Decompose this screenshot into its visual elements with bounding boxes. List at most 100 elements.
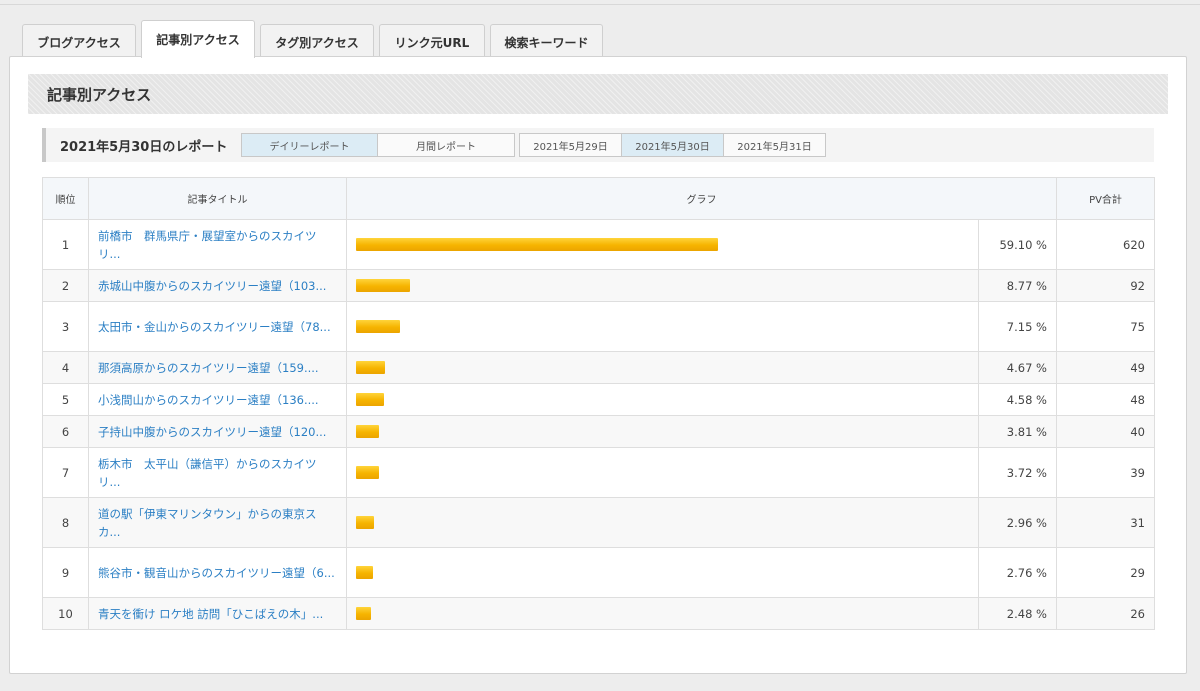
percent-cell: 8.77 %: [978, 269, 1057, 302]
graph-cell: [346, 597, 979, 630]
percent-cell: 59.10 %: [978, 219, 1057, 270]
percent-cell: 3.81 %: [978, 415, 1057, 448]
date-button-current[interactable]: 2021年5月30日: [621, 133, 724, 157]
title-cell: 太田市・金山からのスカイツリー遠望（78...: [88, 301, 347, 352]
percent-cell: 3.72 %: [978, 447, 1057, 498]
title-cell: 栃木市 太平山（謙信平）からのスカイツリ...: [88, 447, 347, 498]
article-link[interactable]: 道の駅「伊東マリンタウン」からの東京スカ...: [98, 505, 338, 541]
rank-cell: 5: [42, 383, 89, 416]
article-link[interactable]: 小浅間山からのスカイツリー遠望（136....: [98, 391, 338, 409]
graph-cell: [346, 547, 979, 598]
title-cell: 前橋市 群馬県庁・展望室からのスカイツリ...: [88, 219, 347, 270]
header-rank: 順位: [42, 177, 89, 220]
rank-cell: 7: [42, 447, 89, 498]
rank-cell: 9: [42, 547, 89, 598]
share-bar: [356, 393, 385, 406]
share-bar: [356, 279, 410, 292]
graph-cell: [346, 351, 979, 384]
rank-cell: 2: [42, 269, 89, 302]
graph-cell: [346, 219, 979, 270]
article-link[interactable]: 熊谷市・観音山からのスカイツリー遠望（6...: [98, 564, 338, 582]
date-button-prev[interactable]: 2021年5月29日: [519, 133, 622, 157]
rank-cell: 4: [42, 351, 89, 384]
title-cell: 熊谷市・観音山からのスカイツリー遠望（6...: [88, 547, 347, 598]
graph-cell: [346, 497, 979, 548]
share-bar: [356, 466, 379, 479]
tab-tag-access[interactable]: タグ別アクセス: [260, 24, 374, 60]
article-link[interactable]: 青天を衝け ロケ地 訪問「ひこばえの木」...: [98, 605, 338, 623]
percent-cell: 2.76 %: [978, 547, 1057, 598]
pv-cell: 620: [1056, 219, 1155, 270]
share-bar: [356, 516, 375, 529]
share-bar: [356, 566, 373, 579]
report-title: 2021年5月30日のレポート: [60, 139, 228, 155]
article-link[interactable]: 赤城山中腹からのスカイツリー遠望（103...: [98, 277, 338, 295]
percent-cell: 4.58 %: [978, 383, 1057, 416]
pv-cell: 92: [1056, 269, 1155, 302]
report-type-toggle: デイリーレポート 月間レポート: [241, 133, 515, 157]
title-cell: 道の駅「伊東マリンタウン」からの東京スカ...: [88, 497, 347, 548]
share-bar: [356, 238, 719, 251]
rank-cell: 8: [42, 497, 89, 548]
rank-cell: 1: [42, 219, 89, 270]
table-row: 2 赤城山中腹からのスカイツリー遠望（103... 8.77 % 92: [42, 269, 1155, 302]
tab-search-keyword[interactable]: 検索キーワード: [490, 24, 603, 60]
table-row: 5 小浅間山からのスカイツリー遠望（136.... 4.58 % 48: [42, 383, 1155, 416]
pv-cell: 48: [1056, 383, 1155, 416]
daily-report-button[interactable]: デイリーレポート: [241, 133, 378, 157]
ranking-table: 順位 記事タイトル グラフ PV合計 1 前橋市 群馬県庁・展望室からのスカイツ…: [42, 177, 1155, 630]
pv-cell: 39: [1056, 447, 1155, 498]
share-bar: [356, 607, 372, 620]
report-bar: 2021年5月30日のレポート デイリーレポート 月間レポート 2021年5月2…: [42, 128, 1154, 162]
article-link[interactable]: 前橋市 群馬県庁・展望室からのスカイツリ...: [98, 227, 338, 263]
table-row: 4 那須高原からのスカイツリー遠望（159.... 4.67 % 49: [42, 351, 1155, 384]
header-graph: グラフ: [346, 177, 1057, 220]
graph-cell: [346, 301, 979, 352]
pv-cell: 75: [1056, 301, 1155, 352]
tab-referrer-url[interactable]: リンク元URL: [379, 24, 485, 60]
article-link[interactable]: 子持山中腹からのスカイツリー遠望（120...: [98, 423, 338, 441]
title-cell: 那須高原からのスカイツリー遠望（159....: [88, 351, 347, 384]
table-row: 1 前橋市 群馬県庁・展望室からのスカイツリ... 59.10 % 620: [42, 219, 1155, 270]
tab-article-access[interactable]: 記事別アクセス: [141, 20, 255, 58]
tab-bar: ブログアクセス 記事別アクセス タグ別アクセス リンク元URL 検索キーワード: [22, 20, 608, 60]
table-row: 7 栃木市 太平山（謙信平）からのスカイツリ... 3.72 % 39: [42, 447, 1155, 498]
rank-cell: 6: [42, 415, 89, 448]
header-pv: PV合計: [1056, 177, 1155, 220]
article-link[interactable]: 那須高原からのスカイツリー遠望（159....: [98, 359, 338, 377]
section-title: 記事別アクセス: [28, 74, 1168, 114]
graph-cell: [346, 447, 979, 498]
monthly-report-button[interactable]: 月間レポート: [377, 133, 515, 157]
table-row: 3 太田市・金山からのスカイツリー遠望（78... 7.15 % 75: [42, 301, 1155, 352]
date-button-next[interactable]: 2021年5月31日: [723, 133, 826, 157]
table-header-row: 順位 記事タイトル グラフ PV合計: [42, 177, 1155, 220]
pv-cell: 31: [1056, 497, 1155, 548]
graph-cell: [346, 269, 979, 302]
pv-cell: 40: [1056, 415, 1155, 448]
table-row: 6 子持山中腹からのスカイツリー遠望（120... 3.81 % 40: [42, 415, 1155, 448]
pv-cell: 49: [1056, 351, 1155, 384]
title-cell: 赤城山中腹からのスカイツリー遠望（103...: [88, 269, 347, 302]
graph-cell: [346, 415, 979, 448]
date-selector: 2021年5月29日 2021年5月30日 2021年5月31日: [519, 133, 826, 157]
percent-cell: 7.15 %: [978, 301, 1057, 352]
tab-blog-access[interactable]: ブログアクセス: [22, 24, 136, 60]
rank-cell: 10: [42, 597, 89, 630]
article-link[interactable]: 太田市・金山からのスカイツリー遠望（78...: [98, 318, 338, 336]
percent-cell: 4.67 %: [978, 351, 1057, 384]
header-title: 記事タイトル: [88, 177, 347, 220]
title-cell: 青天を衝け ロケ地 訪問「ひこばえの木」...: [88, 597, 347, 630]
table-row: 9 熊谷市・観音山からのスカイツリー遠望（6... 2.76 % 29: [42, 547, 1155, 598]
pv-cell: 26: [1056, 597, 1155, 630]
rank-cell: 3: [42, 301, 89, 352]
article-link[interactable]: 栃木市 太平山（謙信平）からのスカイツリ...: [98, 455, 338, 491]
share-bar: [356, 425, 380, 438]
table-row: 10 青天を衝け ロケ地 訪問「ひこばえの木」... 2.48 % 26: [42, 597, 1155, 630]
share-bar: [356, 361, 385, 374]
title-cell: 子持山中腹からのスカイツリー遠望（120...: [88, 415, 347, 448]
graph-cell: [346, 383, 979, 416]
percent-cell: 2.48 %: [978, 597, 1057, 630]
table-row: 8 道の駅「伊東マリンタウン」からの東京スカ... 2.96 % 31: [42, 497, 1155, 548]
content-panel: 記事別アクセス 2021年5月30日のレポート デイリーレポート 月間レポート …: [9, 56, 1187, 674]
pv-cell: 29: [1056, 547, 1155, 598]
